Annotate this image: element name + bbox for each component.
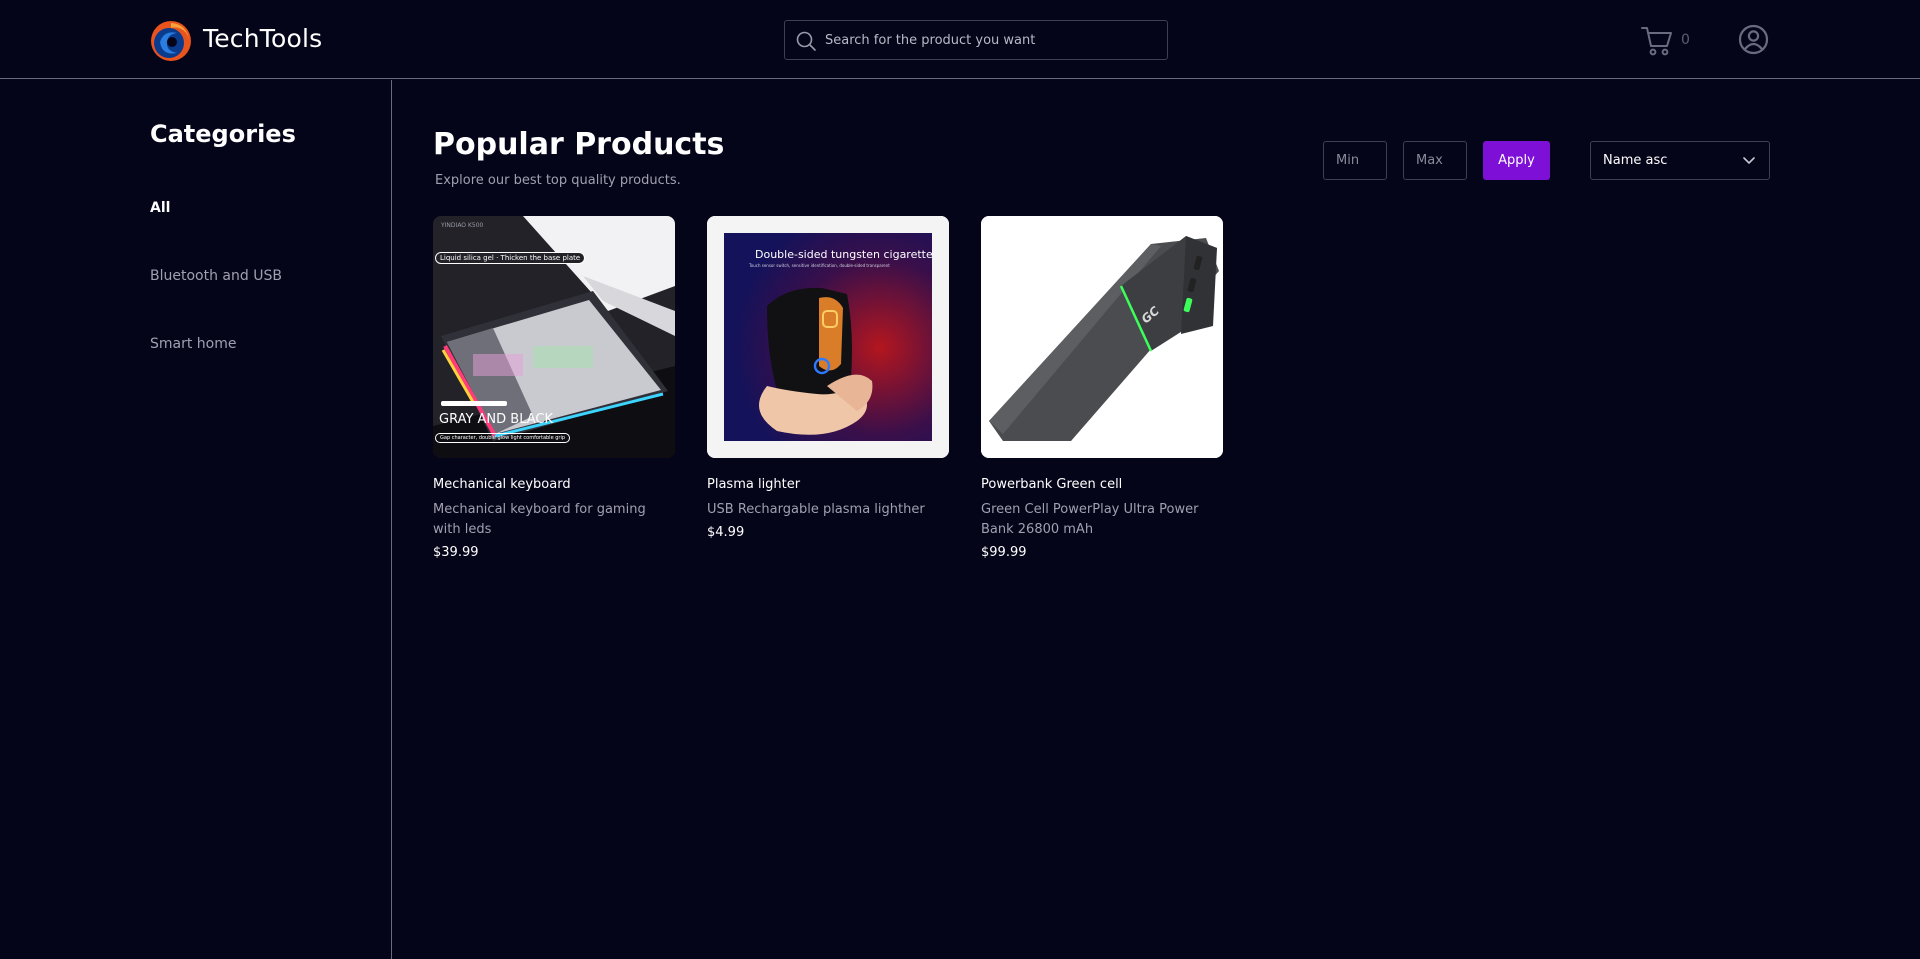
search-icon: [796, 31, 816, 51]
category-all[interactable]: All: [150, 200, 170, 216]
chevron-down-icon: [1743, 157, 1755, 165]
image-subline-text: Touch sensor switch, sensitive identific…: [749, 263, 890, 268]
product-image-lighter[interactable]: Double-sided tungsten cigarette Touch se…: [707, 216, 949, 458]
min-price-input[interactable]: [1323, 141, 1387, 180]
apply-filter-button[interactable]: Apply: [1483, 141, 1550, 180]
sort-select[interactable]: Name asc: [1590, 141, 1770, 180]
account-icon: [1738, 24, 1769, 55]
brand-name[interactable]: TechTools: [203, 24, 322, 53]
category-smart-home[interactable]: Smart home: [150, 336, 237, 352]
product-image-keyboard[interactable]: YINDIAO K500 Liquid silica gel · Thicken…: [433, 216, 675, 458]
image-tag-text: Liquid silica gel · Thicken the base pla…: [435, 252, 586, 264]
category-bluetooth-usb[interactable]: Bluetooth and USB: [150, 268, 282, 284]
image-headline-text: Double-sided tungsten cigarette: [755, 248, 933, 261]
product-image-powerbank[interactable]: GC: [981, 216, 1223, 458]
product-card[interactable]: GC Powerbank Green cell Green Cell Power…: [981, 216, 1223, 560]
product-description: USB Rechargable plasma lighther: [707, 502, 925, 517]
max-price-input[interactable]: [1403, 141, 1467, 180]
product-price: $99.99: [981, 545, 1027, 560]
product-name[interactable]: Plasma lighter: [707, 476, 949, 493]
cart-button[interactable]: 0: [1640, 24, 1690, 58]
product-name[interactable]: Mechanical keyboard: [433, 476, 675, 493]
cart-icon: [1641, 27, 1672, 56]
product-card[interactable]: Double-sided tungsten cigarette Touch se…: [707, 216, 949, 540]
cart-count-badge: 0: [1681, 32, 1690, 48]
product-description: Mechanical keyboard for gaming with leds: [433, 502, 646, 537]
image-model-text: YINDIAO K500: [441, 222, 484, 229]
page-subtitle: Explore our best top quality products.: [435, 173, 681, 188]
search-input[interactable]: [825, 21, 1155, 59]
product-price: $4.99: [707, 525, 745, 540]
product-name[interactable]: Powerbank Green cell: [981, 476, 1223, 493]
image-color-text: GRAY AND BLACK: [439, 412, 554, 427]
category-sidebar: Categories All Bluetooth and USB Smart h…: [0, 80, 392, 959]
product-price: $39.99: [433, 545, 479, 560]
categories-title: Categories: [150, 120, 296, 148]
image-note-text: Gap character, double glow light comfort…: [435, 433, 571, 443]
product-description: Green Cell PowerPlay Ultra Power Bank 26…: [981, 502, 1199, 537]
top-header: TechTools 0: [0, 0, 1920, 79]
search-bar[interactable]: [784, 20, 1168, 60]
account-button[interactable]: [1738, 24, 1769, 55]
sort-selected-value: Name asc: [1603, 153, 1668, 168]
product-card[interactable]: YINDIAO K500 Liquid silica gel · Thicken…: [433, 216, 675, 560]
page-title: Popular Products: [433, 127, 725, 162]
logo-icon[interactable]: [150, 20, 192, 62]
